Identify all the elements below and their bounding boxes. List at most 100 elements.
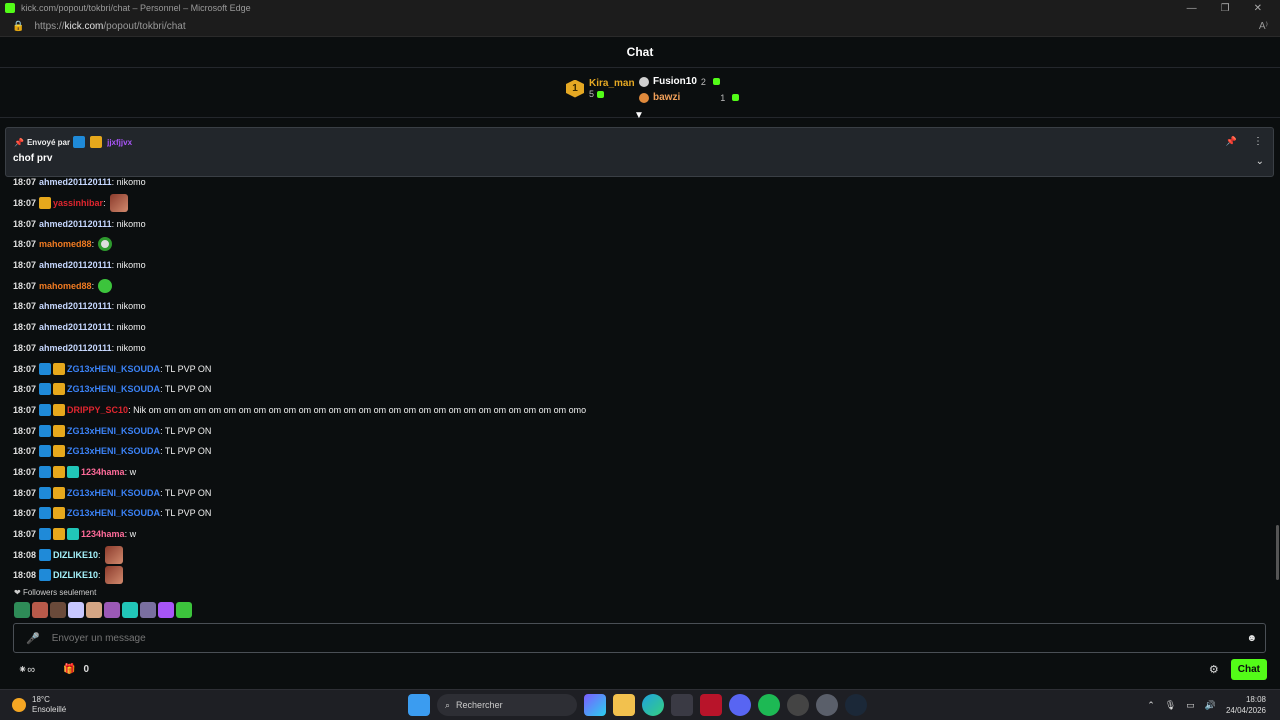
chat-message-list[interactable]: 18:07 ahmed201120111: nikomo 18:07 yassinhi… <box>13 172 1273 587</box>
message-username[interactable]: ZG13xHENI_KSOUDA <box>67 364 160 374</box>
chat-message[interactable]: 18:07 ZG13xHENI_KSOUDA: TL PVP ON <box>13 379 1273 400</box>
microphone-tray-icon[interactable]: 🎙 <box>1165 700 1176 711</box>
message-username[interactable]: ahmed201120111 <box>39 301 112 311</box>
game-controller-icon[interactable] <box>787 694 809 716</box>
restore-icon[interactable]: ❐ <box>1221 3 1230 14</box>
chat-message[interactable]: 18:07 ahmed201120111: nikomo <box>13 296 1273 317</box>
points-infinity-icon[interactable]: ⁕∞ <box>18 663 35 676</box>
quick-emote-icon[interactable] <box>104 602 120 618</box>
chat-message[interactable]: 18:07 DRIPPY_SC10: Nik om om om om om om … <box>13 400 1273 421</box>
pinned-message[interactable]: 📌 Envoyé par jjxfjjvx chof prv 📌 ⋮ ⌄ <box>5 127 1274 177</box>
chat-input-box[interactable]: 🎤 ☻ <box>13 623 1266 653</box>
chat-message[interactable]: 18:07 ZG13xHENI_KSOUDA: TL PVP ON <box>13 441 1273 462</box>
app-red-icon[interactable] <box>700 694 722 716</box>
read-aloud-icon[interactable]: A⁾ <box>1259 21 1268 32</box>
chat-message[interactable]: 18:07 ahmed201120111: nikomo <box>13 338 1273 359</box>
quick-emote-icon[interactable] <box>68 602 84 618</box>
message-username[interactable]: ahmed201120111 <box>39 177 112 187</box>
message-time: 18:07 <box>13 487 37 498</box>
chat-message[interactable]: 18:07 mahomed88: <box>13 234 1273 255</box>
weather-temp: 18°C <box>32 695 50 704</box>
quick-emote-icon[interactable] <box>176 602 192 618</box>
chat-message[interactable]: 18:07 ZG13xHENI_KSOUDA: TL PVP ON <box>13 482 1273 503</box>
quick-emote-icon[interactable] <box>122 602 138 618</box>
more-options-icon[interactable]: ⋮ <box>1253 136 1263 147</box>
message-username[interactable]: ZG13xHENI_KSOUDA <box>67 384 160 394</box>
chat-message[interactable]: 18:07 ZG13xHENI_KSOUDA: TL PVP ON <box>13 503 1273 524</box>
store-icon[interactable] <box>671 694 693 716</box>
chat-message[interactable]: 18:07 ahmed201120111: nikomo <box>13 317 1273 338</box>
scroll-to-latest-icon[interactable]: ▼ <box>634 110 644 121</box>
volume-icon[interactable]: 🔊 <box>1205 700 1216 711</box>
network-icon[interactable]: ▭ <box>1186 700 1195 711</box>
message-username[interactable]: ahmed201120111 <box>39 343 112 353</box>
message-username[interactable]: yassinhibar <box>53 198 103 208</box>
message-username[interactable]: DIZLIKE10 <box>53 550 98 560</box>
quick-emote-icon[interactable] <box>158 602 174 618</box>
message-username[interactable]: 1234hama <box>81 467 125 477</box>
chat-message[interactable]: 18:07 ahmed201120111: nikomo <box>13 255 1273 276</box>
leaderboard-second[interactable]: Fusion10 2 <box>639 76 720 87</box>
close-icon[interactable]: ✕ <box>1254 3 1262 14</box>
chat-message[interactable]: 18:07 1234hama: w <box>13 462 1273 483</box>
copilot-icon[interactable] <box>584 694 606 716</box>
leaderboard-first-count: 5 <box>589 89 595 99</box>
edge-browser-icon[interactable] <box>642 694 664 716</box>
chevron-up-icon[interactable]: ⌃ <box>1147 700 1155 711</box>
leaderboard-first[interactable]: 1 Kira_man 5 <box>566 78 635 99</box>
address-bar[interactable]: 🔒 https://kick.com/popout/tokbri/chat A⁾ <box>0 16 1280 37</box>
chat-message[interactable]: 18:07 ZG13xHENI_KSOUDA: TL PVP ON <box>13 420 1273 441</box>
lock-icon[interactable]: 🔒 <box>12 21 24 32</box>
windows-start-icon[interactable] <box>408 694 430 716</box>
message-username[interactable]: ZG13xHENI_KSOUDA <box>67 426 160 436</box>
chevron-down-icon[interactable]: ⌄ <box>1256 156 1264 167</box>
quick-emote-icon[interactable] <box>140 602 156 618</box>
settings-gear-icon[interactable]: ⚙ <box>1209 663 1219 676</box>
quick-emote-icon[interactable] <box>32 602 48 618</box>
message-input[interactable] <box>51 632 1247 644</box>
spotify-icon[interactable] <box>758 694 780 716</box>
chat-message[interactable]: 18:08 DIZLIKE10: <box>13 565 1273 586</box>
pinned-by-user[interactable]: jjxfjjvx <box>107 138 132 147</box>
microphone-icon[interactable]: 🎤 <box>26 632 40 645</box>
quick-emote-icon[interactable] <box>50 602 66 618</box>
chat-message[interactable]: 18:07 1234hama: w <box>13 524 1273 545</box>
message-time: 18:07 <box>13 322 37 333</box>
message-username[interactable]: mahomed88 <box>39 281 92 291</box>
discord-icon[interactable] <box>729 694 751 716</box>
taskbar-search[interactable]: ⌕ Rechercher <box>437 694 577 716</box>
unpin-icon[interactable]: 📌 <box>1226 136 1237 147</box>
chat-message[interactable]: 18:07 ahmed201120111: nikomo <box>13 213 1273 234</box>
emoji-picker-icon[interactable]: ☻ <box>1246 633 1257 644</box>
settings-app-icon[interactable] <box>816 694 838 716</box>
message-username[interactable]: 1234hama <box>81 529 125 539</box>
message-username[interactable]: ahmed201120111 <box>39 260 112 270</box>
chat-message[interactable]: 18:07 ahmed201120111: nikomo <box>13 172 1273 193</box>
gift-counter[interactable]: 🎁 0 <box>63 664 89 675</box>
chat-message[interactable]: 18:07 yassinhibar: <box>13 193 1273 214</box>
window-titlebar: kick.com/popout/tokbri/chat – Personnel … <box>0 0 1280 16</box>
message-username[interactable]: DRIPPY_SC10 <box>67 405 128 415</box>
chat-message[interactable]: 18:08 DIZLIKE10: <box>13 544 1273 565</box>
weather-widget[interactable]: 18°C Ensoleillé <box>12 695 66 715</box>
url-host: kick.com <box>64 20 104 32</box>
quick-emote-icon[interactable] <box>14 602 30 618</box>
message-username[interactable]: ZG13xHENI_KSOUDA <box>67 508 160 518</box>
crown-badge-icon <box>90 136 103 148</box>
send-chat-button[interactable]: Chat <box>1230 658 1267 680</box>
message-username[interactable]: mahomed88 <box>39 239 92 249</box>
message-username[interactable]: ahmed201120111 <box>39 219 112 229</box>
scrollbar[interactable] <box>1276 525 1279 580</box>
file-explorer-icon[interactable] <box>613 694 635 716</box>
steam-icon[interactable] <box>845 694 867 716</box>
message-username[interactable]: ZG13xHENI_KSOUDA <box>67 446 160 456</box>
message-username[interactable]: DIZLIKE10 <box>53 570 98 580</box>
leaderboard-third[interactable]: bawzi 1 <box>639 92 740 103</box>
message-username[interactable]: ZG13xHENI_KSOUDA <box>67 488 160 498</box>
minimize-icon[interactable]: — <box>1187 3 1197 14</box>
chat-message[interactable]: 18:07 mahomed88: <box>13 275 1273 296</box>
system-clock[interactable]: 18:08 24/04/2026 <box>1226 694 1266 716</box>
chat-message[interactable]: 18:07 ZG13xHENI_KSOUDA: TL PVP ON <box>13 358 1273 379</box>
message-username[interactable]: ahmed201120111 <box>39 322 112 332</box>
quick-emote-icon[interactable] <box>86 602 102 618</box>
